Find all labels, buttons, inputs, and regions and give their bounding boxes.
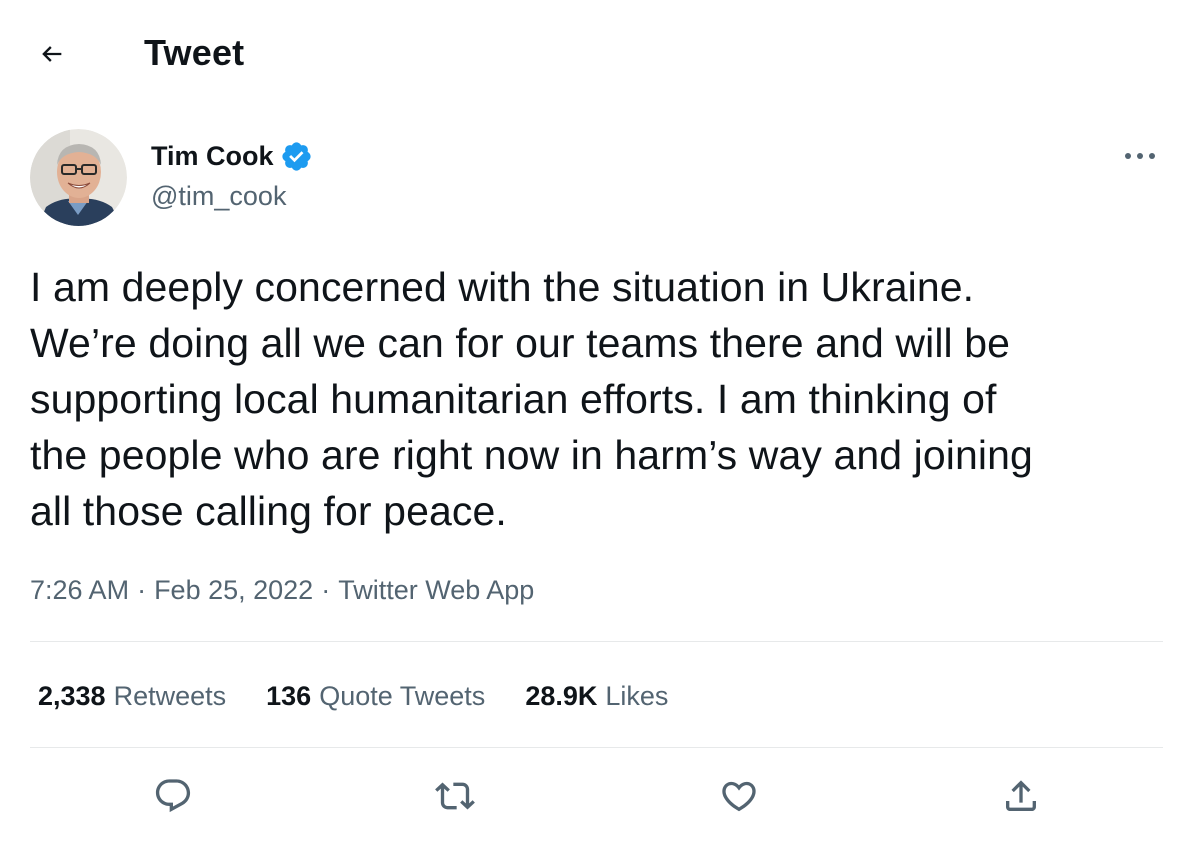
divider — [30, 641, 1163, 642]
tweet-time[interactable]: 7:26 AM — [30, 572, 129, 608]
tweet-text: I am deeply concerned with the situation… — [30, 264, 1033, 534]
author-name: Tim Cook — [151, 141, 274, 171]
back-button[interactable] — [30, 32, 74, 76]
heart-icon — [722, 781, 756, 812]
author-handle[interactable]: @tim_cook — [151, 179, 286, 213]
tweet-source[interactable]: Twitter Web App — [338, 572, 534, 608]
stat-count: 2,338 — [38, 681, 106, 711]
more-horizontal-icon — [1125, 153, 1155, 159]
page-title: Tweet — [144, 32, 245, 73]
share-icon — [1006, 780, 1036, 811]
header: Tweet — [0, 0, 1193, 104]
meta-separator: · — [137, 575, 147, 605]
meta-separator: · — [321, 575, 331, 605]
stat-count: 136 — [266, 681, 312, 711]
more-button[interactable] — [1118, 136, 1162, 176]
retweet-button[interactable] — [430, 771, 480, 821]
stat-retweets[interactable]: 2,338 Retweets — [38, 677, 226, 715]
tweet-page: Tweet Tim Cook @tim_cook I am deeply con… — [0, 0, 1193, 841]
stat-likes[interactable]: 28.9K Likes — [525, 677, 668, 715]
retweet-icon — [435, 782, 475, 810]
stat-count: 28.9K — [525, 681, 598, 711]
stat-label: Likes — [605, 681, 669, 711]
tweet-stats: 2,338 Retweets 136 Quote Tweets 28.9K Li… — [38, 677, 708, 715]
author-name-row[interactable]: Tim Cook — [151, 138, 313, 174]
avatar-image — [30, 129, 127, 226]
tweet-date[interactable]: Feb 25, 2022 — [154, 572, 313, 608]
reply-button[interactable] — [148, 771, 198, 821]
reply-icon — [155, 779, 191, 813]
stat-quote-tweets[interactable]: 136 Quote Tweets — [266, 677, 485, 715]
arrow-left-icon — [42, 46, 62, 62]
stat-label: Quote Tweets — [319, 681, 486, 711]
share-button[interactable] — [996, 771, 1046, 821]
avatar[interactable] — [30, 129, 127, 226]
stat-label: Retweets — [113, 681, 227, 711]
tweet-meta: 7:26 AM · Feb 25, 2022 · Twitter Web App — [30, 572, 534, 608]
divider — [30, 747, 1163, 748]
verified-badge-icon — [281, 141, 311, 171]
like-button[interactable] — [714, 771, 764, 821]
